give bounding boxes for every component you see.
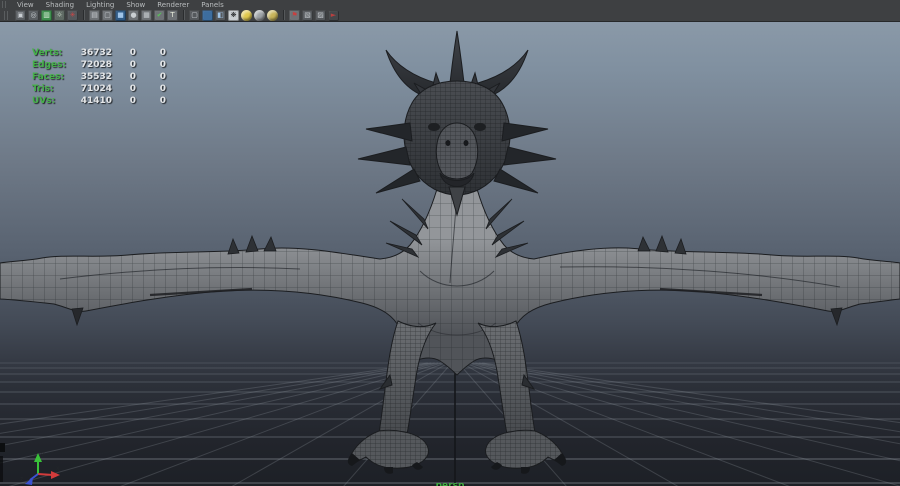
hud-value: 0	[112, 83, 136, 95]
hud-value: 0	[112, 71, 136, 83]
axis-label-x: x	[56, 465, 60, 472]
hud-value: 72028	[74, 59, 112, 71]
resolution-gate-icon[interactable]	[102, 10, 113, 21]
safe-action-icon[interactable]	[141, 10, 152, 21]
gate-mask-icon[interactable]	[115, 10, 126, 21]
hud-row-uvs: UVs: 41410 0 0	[32, 95, 166, 107]
textured-display-icon[interactable]	[215, 10, 226, 21]
plugin-shelf-tool-icon[interactable]	[328, 10, 339, 21]
toolbar-separator	[83, 10, 84, 20]
hud-value: 0	[136, 47, 166, 59]
select-camera-icon[interactable]	[15, 10, 26, 21]
toolbar-separator	[283, 10, 284, 20]
hud-value: 0	[136, 83, 166, 95]
hud-label: Edges:	[32, 59, 74, 71]
backface-culling-icon[interactable]	[315, 10, 326, 21]
axis-label-z: z	[20, 476, 23, 483]
hud-value: 0	[112, 59, 136, 71]
image-plane-icon[interactable]	[54, 10, 65, 21]
menu-lighting[interactable]: Lighting	[86, 1, 114, 9]
lights-flat-icon[interactable]	[254, 10, 265, 21]
use-default-material-icon[interactable]	[228, 10, 239, 21]
edge-mark	[0, 456, 3, 482]
hud-value: 71024	[74, 83, 112, 95]
hud-value: 0	[136, 95, 166, 107]
heads-up-display: Verts: 36732 0 0 Edges: 72028 0 0 Faces:…	[32, 47, 166, 107]
smooth-shade-all-icon[interactable]	[202, 10, 213, 21]
menu-show[interactable]: Show	[126, 1, 145, 9]
panel-toolbar	[0, 9, 900, 22]
film-gate-icon[interactable]	[89, 10, 100, 21]
hud-row-tris: Tris: 71024 0 0	[32, 83, 166, 95]
menu-grip-icon[interactable]	[2, 1, 8, 8]
toolbar-grip-icon[interactable]	[4, 11, 8, 20]
hud-value: 0	[136, 59, 166, 71]
wireframe-display-icon[interactable]	[189, 10, 200, 21]
hud-row-verts: Verts: 36732 0 0	[32, 47, 166, 59]
camera-bookmarks-icon[interactable]	[41, 10, 52, 21]
hud-value: 35532	[74, 71, 112, 83]
hud-toggle-icon[interactable]	[167, 10, 178, 21]
axis-gizmo: y x z	[20, 451, 60, 485]
hud-label: Tris:	[32, 83, 74, 95]
field-chart-icon[interactable]	[128, 10, 139, 21]
hud-row-edges: Edges: 72028 0 0	[32, 59, 166, 71]
isolate-select-icon[interactable]	[289, 10, 300, 21]
hud-row-faces: Faces: 35532 0 0	[32, 71, 166, 83]
toolbar-separator	[183, 10, 184, 20]
camera-name-label: persp	[436, 481, 465, 486]
maya-viewport-window: View Shading Lighting Show Renderer Panels	[0, 0, 900, 486]
dragon-head	[358, 31, 556, 215]
camera-attributes-icon[interactable]	[28, 10, 39, 21]
hud-label: Verts:	[32, 47, 74, 59]
hud-value: 41410	[74, 95, 112, 107]
lights-all-icon[interactable]	[241, 10, 252, 21]
axis-label-y: y	[41, 451, 45, 458]
nostril	[446, 140, 451, 146]
panel-menu-bar: View Shading Lighting Show Renderer Panels	[0, 0, 900, 9]
menu-renderer[interactable]: Renderer	[157, 1, 189, 9]
safe-title-icon[interactable]	[154, 10, 165, 21]
menu-view[interactable]: View	[17, 1, 34, 9]
edge-mark	[0, 443, 5, 452]
hud-value: 0	[112, 95, 136, 107]
hud-label: Faces:	[32, 71, 74, 83]
xray-display-icon[interactable]	[302, 10, 313, 21]
two-d-pan-zoom-icon[interactable]	[67, 10, 78, 21]
menu-shading[interactable]: Shading	[46, 1, 74, 9]
ground-grid	[0, 363, 900, 486]
viewport-3d[interactable]: y x z Verts: 36732 0 0 Edges: 72028 0 0 …	[0, 22, 900, 486]
lights-selected-icon[interactable]	[267, 10, 278, 21]
hud-label: UVs:	[32, 95, 74, 107]
hud-value: 36732	[74, 47, 112, 59]
hud-value: 0	[136, 71, 166, 83]
hud-value: 0	[112, 47, 136, 59]
menu-panels[interactable]: Panels	[201, 1, 224, 9]
eye-left	[428, 123, 440, 131]
eye-right	[474, 123, 486, 131]
nostril	[464, 140, 469, 146]
